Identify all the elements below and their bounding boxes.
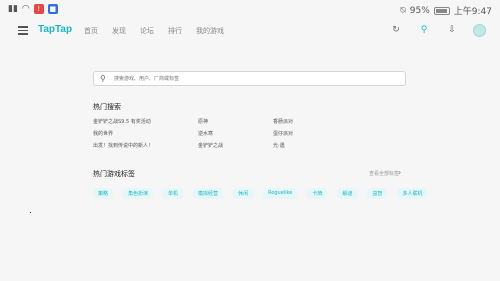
top-navigation: TapTap 首页 发现 论坛 排行 我的游戏 ↻ ⚲ ⇩ <box>0 20 500 42</box>
hot-search-item[interactable]: 金铲铲之战S9.5 有奖活动 <box>93 118 151 125</box>
tag-chip[interactable]: 多人联机 <box>397 188 428 199</box>
tag-chip[interactable]: Roguelike <box>263 188 298 199</box>
tag-chip[interactable]: 模拟经营 <box>193 188 224 199</box>
nav-links: 首页 发现 论坛 排行 我的游戏 <box>84 26 224 36</box>
hot-search-item[interactable]: 蛋仔派对 <box>273 130 293 137</box>
tag-chip[interactable]: 单机 <box>163 188 184 199</box>
nav-my-games[interactable]: 我的游戏 <box>196 26 224 36</box>
hot-search-item[interactable]: 出发！找到传说中的新人！ <box>93 142 153 149</box>
avatar[interactable] <box>473 23 486 37</box>
search-icon[interactable]: ⚲ <box>417 23 431 37</box>
refresh-icon[interactable]: ↻ <box>389 23 403 37</box>
taptap-logo[interactable]: TapTap <box>38 24 72 35</box>
download-icon[interactable]: ⇩ <box>445 23 459 37</box>
tag-chip[interactable]: 角色扮演 <box>123 188 154 199</box>
app-notification-icon: ■ <box>47 4 58 14</box>
tag-chip[interactable]: 解谜 <box>337 188 358 199</box>
battery-icon <box>433 6 450 15</box>
chevron-right-icon[interactable]: › <box>398 168 401 177</box>
tag-chip[interactable]: 休闲 <box>233 188 254 199</box>
view-all-tags-link[interactable]: 查看全部标签 <box>369 170 399 177</box>
hot-search-title: 热门搜索 <box>93 103 121 111</box>
hot-search-row: 我的世界 逆水寒 蛋仔派对 <box>93 130 373 142</box>
tag-chip[interactable]: 策略 <box>93 188 114 199</box>
status-bar: ▮▮ ◠ ! ■ ⍉ 95% 上午9:47 <box>0 0 500 20</box>
tag-list: 策略 角色扮演 单机 模拟经营 休闲 Roguelike 卡牌 解谜 益智 多人… <box>93 188 428 199</box>
nav-home[interactable]: 首页 <box>84 26 98 36</box>
nav-discover[interactable]: 发现 <box>112 26 126 36</box>
signal-icon: ▮▮ <box>8 4 18 14</box>
battery-percent: 95% <box>409 5 430 16</box>
hot-search-grid: 金铲铲之战S9.5 有奖活动 原神 香肠派对 我的世界 逆水寒 蛋仔派对 出发！… <box>93 118 373 154</box>
hot-tags-title: 热门游戏标签 <box>93 170 135 178</box>
hot-search-item[interactable]: 香肠派对 <box>273 118 293 125</box>
nav-forum[interactable]: 论坛 <box>140 26 154 36</box>
wifi-icon: ◠ <box>21 4 30 14</box>
tag-chip[interactable]: 益智 <box>367 188 388 199</box>
nav-icons: ↻ ⚲ ⇩ <box>389 23 486 37</box>
hot-search-item[interactable]: 我的世界 <box>93 130 113 137</box>
search-bar[interactable]: ⚲ <box>93 71 406 86</box>
hot-search-row: 金铲铲之战S9.5 有奖活动 原神 香肠派对 <box>93 118 373 130</box>
hot-search-row: 出发！找到传说中的新人！ 金铲铲之战 光·遇 <box>93 142 373 154</box>
hot-search-item[interactable]: 原神 <box>198 118 208 125</box>
hamburger-menu-icon[interactable] <box>18 26 28 35</box>
search-field-icon: ⚲ <box>100 74 106 83</box>
nav-ranking[interactable]: 排行 <box>168 26 182 36</box>
hot-search-item[interactable]: 金铲铲之战 <box>198 142 223 149</box>
mute-icon: ⍉ <box>400 5 406 16</box>
status-right-icons: ⍉ 95% 上午9:47 <box>400 4 492 18</box>
hot-search-item[interactable]: 光·遇 <box>273 142 285 149</box>
notification-app-icon: ! <box>33 4 44 14</box>
clock: 上午9:47 <box>453 7 492 17</box>
stray-dot <box>30 212 31 213</box>
tag-chip[interactable]: 卡牌 <box>307 188 328 199</box>
status-left-icons: ▮▮ ◠ ! ■ <box>8 4 58 14</box>
search-input[interactable] <box>114 74 394 84</box>
hot-search-item[interactable]: 逆水寒 <box>198 130 213 137</box>
